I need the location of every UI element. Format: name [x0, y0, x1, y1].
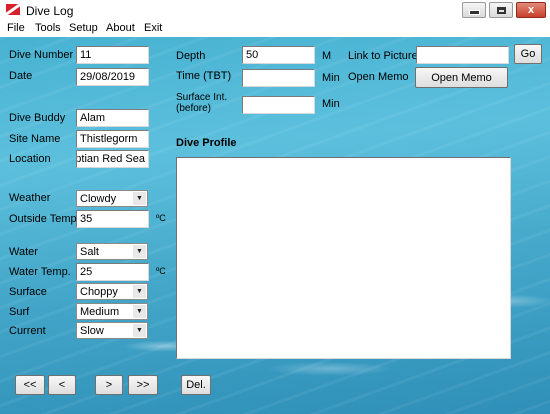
water-value: Salt — [80, 246, 99, 258]
close-icon: x — [527, 4, 535, 16]
maximize-button[interactable] — [489, 2, 513, 18]
time-label: Time (TBT) — [176, 70, 232, 82]
current-select[interactable]: Slow ▼ — [76, 322, 148, 339]
surf-value: Medium — [80, 306, 120, 318]
minimize-button[interactable] — [462, 2, 486, 18]
water-label: Water — [9, 246, 38, 258]
link-to-pictures-field[interactable] — [416, 46, 509, 64]
dive-buddy-label: Dive Buddy — [9, 112, 66, 124]
menu-file[interactable]: File — [7, 22, 25, 34]
menu-bar: File Tools Setup About Exit — [0, 20, 550, 37]
chevron-down-icon[interactable]: ▼ — [133, 324, 146, 337]
chevron-down-icon[interactable]: ▼ — [133, 192, 146, 205]
go-button[interactable]: Go — [514, 44, 542, 64]
prev-record-button[interactable]: < — [48, 375, 76, 395]
surface-select[interactable]: Choppy ▼ — [76, 283, 148, 300]
surface-int-label-line2: (before) — [176, 103, 212, 114]
menu-tools[interactable]: Tools — [35, 22, 61, 34]
surface-int-field[interactable] — [242, 96, 315, 114]
open-memo-button[interactable]: Open Memo — [415, 67, 508, 88]
water-temp-field[interactable]: 25 — [76, 263, 149, 281]
weather-select[interactable]: Clowdy ▼ — [76, 190, 148, 207]
title-bar: Dive Log x — [0, 0, 550, 20]
weather-label: Weather — [9, 192, 51, 204]
site-name-field[interactable]: Thistlegorm — [76, 130, 149, 148]
menu-exit[interactable]: Exit — [144, 22, 162, 34]
open-memo-label: Open Memo — [348, 71, 409, 83]
depth-unit: M — [322, 50, 332, 62]
window-title: Dive Log — [26, 4, 74, 18]
surface-value: Choppy — [80, 286, 118, 298]
outside-temp-field[interactable]: 35 — [76, 210, 149, 228]
outside-temp-unit: ºC — [156, 213, 166, 223]
location-field[interactable]: Egyptian Red Sea — [76, 150, 149, 168]
surface-int-unit: Min — [322, 98, 340, 110]
current-label: Current — [9, 325, 46, 337]
outside-temp-label: Outside Temp. — [9, 213, 80, 225]
site-name-label: Site Name — [9, 133, 61, 145]
surf-label: Surf — [9, 306, 30, 318]
date-label: Date — [9, 70, 33, 82]
location-label: Location — [9, 153, 51, 165]
link-to-pictures-label: Link to Pictures — [348, 50, 424, 62]
time-field[interactable] — [242, 69, 315, 87]
chevron-down-icon[interactable]: ▼ — [133, 285, 146, 298]
date-field[interactable]: 29/08/2019 — [76, 68, 149, 86]
dive-number-label: Dive Number — [9, 49, 74, 61]
surface-int-label: Surface Int. (before) — [176, 92, 227, 114]
surface-int-label-line1: Surface Int. — [176, 92, 228, 103]
next-record-button[interactable]: > — [95, 375, 123, 395]
depth-label: Depth — [176, 50, 206, 62]
water-temp-label: Water Temp. — [9, 266, 71, 278]
maximize-icon — [496, 6, 506, 14]
depth-field[interactable]: 50 — [242, 46, 315, 64]
chevron-down-icon[interactable]: ▼ — [133, 305, 146, 318]
dive-buddy-field[interactable]: Alam — [76, 109, 149, 127]
water-select[interactable]: Salt ▼ — [76, 243, 148, 260]
chevron-down-icon[interactable]: ▼ — [133, 245, 146, 258]
water-temp-unit: ºC — [156, 266, 166, 276]
close-button[interactable]: x — [516, 2, 546, 18]
dive-profile-title: Dive Profile — [176, 137, 237, 149]
current-value: Slow — [80, 325, 104, 337]
time-unit: Min — [322, 72, 340, 84]
surf-select[interactable]: Medium ▼ — [76, 303, 148, 320]
dive-profile-area[interactable] — [176, 157, 511, 359]
surface-label: Surface — [9, 286, 47, 298]
dive-number-field[interactable]: 11 — [76, 46, 149, 64]
menu-setup[interactable]: Setup — [69, 22, 98, 34]
dive-log-form: Dive Number 11 Date 29/08/2019 Dive Budd… — [0, 37, 550, 414]
first-record-button[interactable]: << — [15, 375, 45, 395]
weather-value: Clowdy — [80, 193, 117, 205]
last-record-button[interactable]: >> — [128, 375, 158, 395]
menu-about[interactable]: About — [106, 22, 135, 34]
delete-button[interactable]: Del. — [181, 375, 211, 395]
dive-flag-icon — [6, 4, 20, 15]
minimize-icon — [468, 10, 480, 15]
